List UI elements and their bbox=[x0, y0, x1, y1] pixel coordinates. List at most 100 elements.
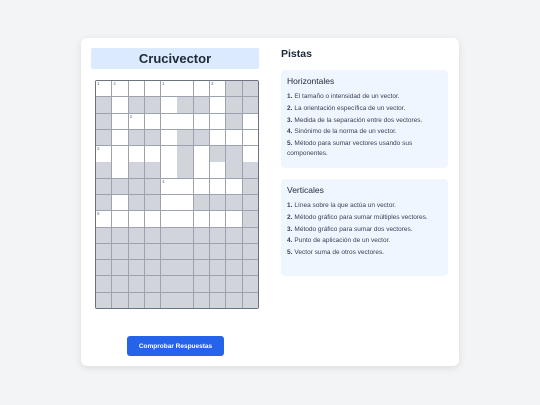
clue-number: 5. bbox=[287, 140, 293, 148]
crossword-cell-open[interactable]: 5 bbox=[96, 211, 112, 227]
crossword-cell-open[interactable] bbox=[161, 162, 177, 178]
crossword-cell-open[interactable]: 1 bbox=[96, 81, 112, 97]
crossword-cell-open[interactable] bbox=[144, 81, 161, 97]
crossword-cell-open[interactable] bbox=[128, 211, 144, 227]
crossword-cell-open[interactable] bbox=[161, 211, 177, 227]
crossword-cell-open[interactable] bbox=[112, 211, 128, 227]
crossword-cell-open[interactable] bbox=[193, 162, 210, 178]
crossword-cell-blocked bbox=[128, 194, 144, 211]
crossword-cell-blocked bbox=[226, 81, 242, 97]
crossword-cell-blocked bbox=[128, 276, 144, 292]
crossword-cell-open[interactable] bbox=[161, 146, 177, 162]
clue-item: 2. La orientación específica de un vector… bbox=[287, 104, 445, 113]
crossword-cell-blocked bbox=[144, 260, 161, 276]
crossword-cell-blocked bbox=[226, 243, 242, 260]
crossword-cell-open[interactable]: 2 bbox=[128, 113, 144, 129]
crossword-cell-blocked bbox=[96, 129, 112, 146]
crossword-cell-open[interactable] bbox=[193, 81, 210, 97]
crossword-cell-open[interactable] bbox=[193, 113, 210, 129]
crossword-cell-open[interactable]: 4 bbox=[112, 81, 128, 97]
crossword-cell-blocked bbox=[144, 276, 161, 292]
crossword-cell-open[interactable] bbox=[161, 113, 177, 129]
clue-text: Sinónimo de la norma de un vector. bbox=[294, 128, 397, 136]
crossword-cell-open[interactable] bbox=[177, 113, 193, 129]
crossword-cell-blocked bbox=[112, 260, 128, 276]
crossword-cell-open[interactable] bbox=[161, 129, 177, 146]
crossword-cell-open[interactable] bbox=[209, 113, 226, 129]
crossword-cell-blocked bbox=[209, 276, 226, 292]
crossword-cell-open[interactable] bbox=[209, 178, 226, 195]
crossword-cell-open[interactable] bbox=[161, 97, 177, 113]
crossword-cell-open[interactable]: 3 bbox=[96, 146, 112, 162]
crossword-cell-blocked bbox=[112, 243, 128, 260]
crossword-cell-blocked bbox=[226, 146, 242, 162]
crossword-cell-blocked bbox=[144, 243, 161, 260]
clue-item: 4. Punto de aplicación de un vector. bbox=[287, 236, 445, 245]
crossword-cell-open[interactable] bbox=[226, 129, 242, 146]
crossword-cell-open[interactable] bbox=[112, 113, 128, 129]
crossword-cell-open[interactable] bbox=[112, 129, 128, 146]
crossword-cell-blocked bbox=[144, 178, 161, 195]
horizontal-clues-list: 1. El tamaño o intensidad de un vector. 2… bbox=[287, 92, 445, 160]
crossword-cell-open[interactable] bbox=[128, 81, 144, 97]
crossword-cell-open[interactable] bbox=[161, 194, 177, 211]
crossword-cell-blocked bbox=[242, 211, 258, 227]
crossword-cell-open[interactable] bbox=[144, 146, 161, 162]
crossword-cell-open[interactable] bbox=[209, 129, 226, 146]
crossword-cell-open[interactable] bbox=[128, 146, 144, 162]
check-answers-button[interactable]: Comprobar Respuestas bbox=[127, 336, 224, 356]
crossword-cell-blocked bbox=[144, 227, 161, 243]
crossword-cell-open[interactable] bbox=[226, 178, 242, 195]
crossword-cell-open[interactable]: 3 bbox=[209, 81, 226, 97]
crossword-cell-open[interactable] bbox=[144, 211, 161, 227]
crossword-cell-blocked bbox=[128, 129, 144, 146]
crossword-cell-blocked bbox=[96, 243, 112, 260]
crossword-cell-blocked bbox=[96, 292, 112, 309]
crossword-cell-blocked bbox=[96, 162, 112, 178]
clue-text: Punto de aplicación de un vector. bbox=[294, 237, 391, 245]
crossword-cell-open[interactable] bbox=[209, 162, 226, 178]
crossword-cell-blocked bbox=[128, 178, 144, 195]
cell-clue-number: 4 bbox=[162, 178, 165, 184]
crossword-cell-open[interactable] bbox=[112, 97, 128, 113]
clue-item: 3. Método gráfico para sumar dos vectores… bbox=[287, 225, 445, 234]
crossword-cell-open[interactable] bbox=[177, 211, 193, 227]
crossword-cell-blocked bbox=[161, 243, 177, 260]
crossword-cell-open[interactable] bbox=[177, 194, 193, 211]
crossword-cell-open[interactable]: 4 bbox=[161, 178, 177, 195]
clue-text: El tamaño o intensidad de un vector. bbox=[294, 93, 400, 100]
crossword-cell-blocked bbox=[226, 194, 242, 211]
crossword-cell-open[interactable] bbox=[193, 146, 210, 162]
vertical-clues-list: 1. Línea sobre la que actúa un vector. 2.… bbox=[287, 201, 445, 260]
crossword-cell-open[interactable] bbox=[242, 146, 258, 162]
clue-number: 4. bbox=[287, 237, 293, 245]
crossword-cell-blocked bbox=[209, 146, 226, 162]
clue-text: Línea sobre la que actúa un vector. bbox=[294, 202, 396, 209]
page-title: Crucivector bbox=[91, 48, 259, 69]
crossword-cell-open[interactable] bbox=[112, 162, 128, 178]
crossword-cell-blocked bbox=[226, 276, 242, 292]
crossword-cell-open[interactable] bbox=[226, 211, 242, 227]
crossword-cell-open[interactable] bbox=[112, 146, 128, 162]
crossword-cell-blocked bbox=[128, 97, 144, 113]
crossword-cell-blocked bbox=[144, 162, 161, 178]
crossword-cell-open[interactable] bbox=[209, 211, 226, 227]
clues-heading: Pistas bbox=[281, 48, 312, 60]
crossword-cell-blocked bbox=[209, 292, 226, 309]
crossword-cell-open[interactable]: 1 bbox=[161, 81, 177, 97]
crossword-cell-open[interactable] bbox=[242, 129, 258, 146]
crossword-cell-blocked bbox=[226, 113, 242, 129]
crossword-cell-open[interactable] bbox=[209, 97, 226, 113]
crossword-cell-blocked bbox=[226, 162, 242, 178]
crossword-cell-open[interactable] bbox=[177, 178, 193, 195]
crossword-cell-open[interactable] bbox=[242, 113, 258, 129]
cell-clue-number: 4 bbox=[113, 81, 116, 86]
crossword-cell-open[interactable] bbox=[177, 81, 193, 97]
crossword-cell-open[interactable] bbox=[112, 194, 128, 211]
crossword-cell-blocked bbox=[177, 292, 193, 309]
crossword-cell-open[interactable] bbox=[193, 211, 210, 227]
crossword-cell-open[interactable] bbox=[144, 113, 161, 129]
crossword-cell-blocked bbox=[96, 227, 112, 243]
horizontal-clues-panel: Horizontales 1. El tamaño o intensidad de… bbox=[281, 70, 448, 168]
crossword-cell-open[interactable] bbox=[193, 178, 210, 195]
